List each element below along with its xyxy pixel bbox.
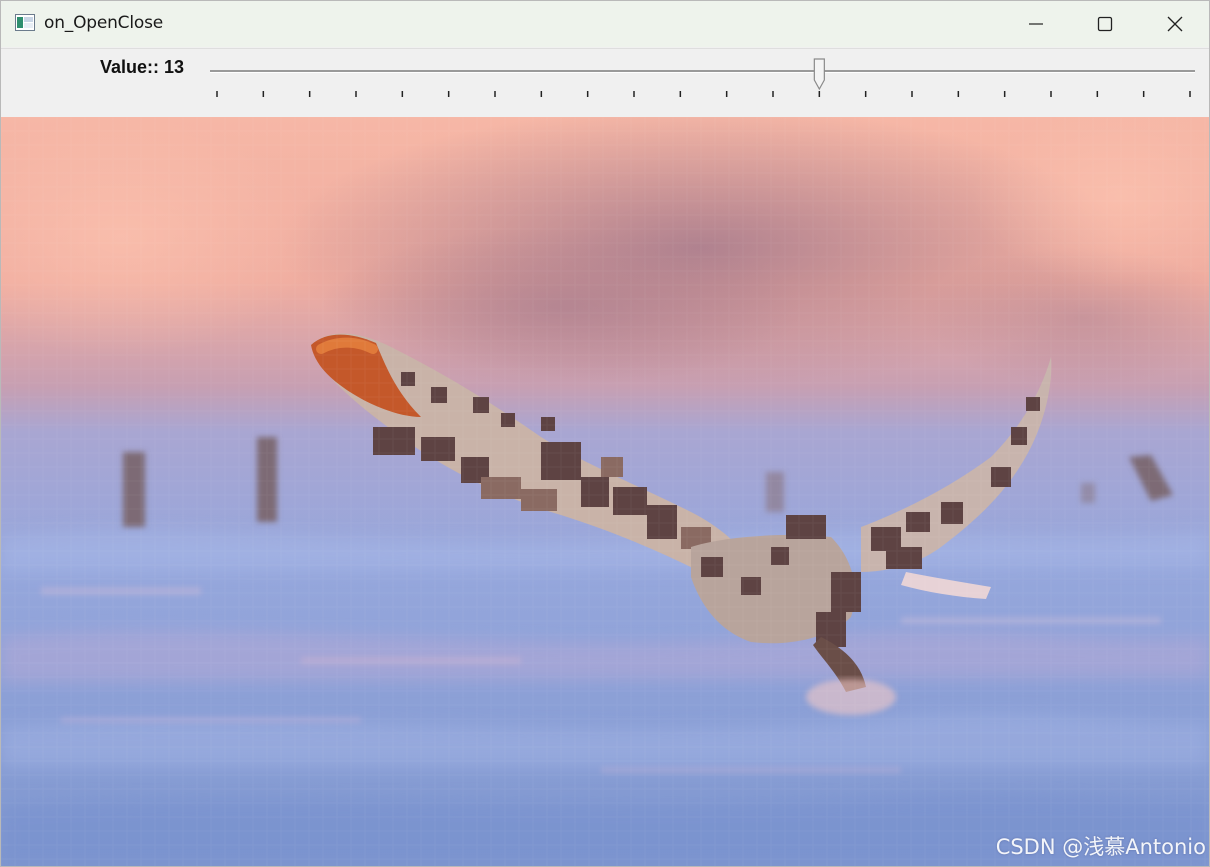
minimize-button[interactable] — [1001, 1, 1071, 47]
slider-thumb[interactable] — [813, 58, 825, 91]
title-bar[interactable]: on_OpenClose — [1, 1, 1209, 47]
maximize-button[interactable] — [1070, 1, 1140, 47]
minimize-icon — [1029, 23, 1043, 25]
app-icon — [15, 14, 35, 31]
maximize-icon — [1097, 16, 1113, 32]
window-title: on_OpenClose — [44, 13, 163, 33]
app-window: on_OpenClose Value:: 13 CSDN @浅慕Antonio — [0, 0, 1210, 867]
trackbar-panel: Value:: 13 — [1, 48, 1209, 117]
slider-ticks — [216, 91, 1191, 97]
image-canvas: CSDN @浅慕Antonio — [1, 117, 1209, 866]
watermark-text: CSDN @浅慕Antonio — [995, 835, 1206, 859]
close-icon — [1167, 16, 1183, 32]
owl-photo — [1, 117, 1209, 866]
close-button[interactable] — [1140, 1, 1209, 47]
trackbar-slider[interactable] — [1, 49, 1209, 117]
